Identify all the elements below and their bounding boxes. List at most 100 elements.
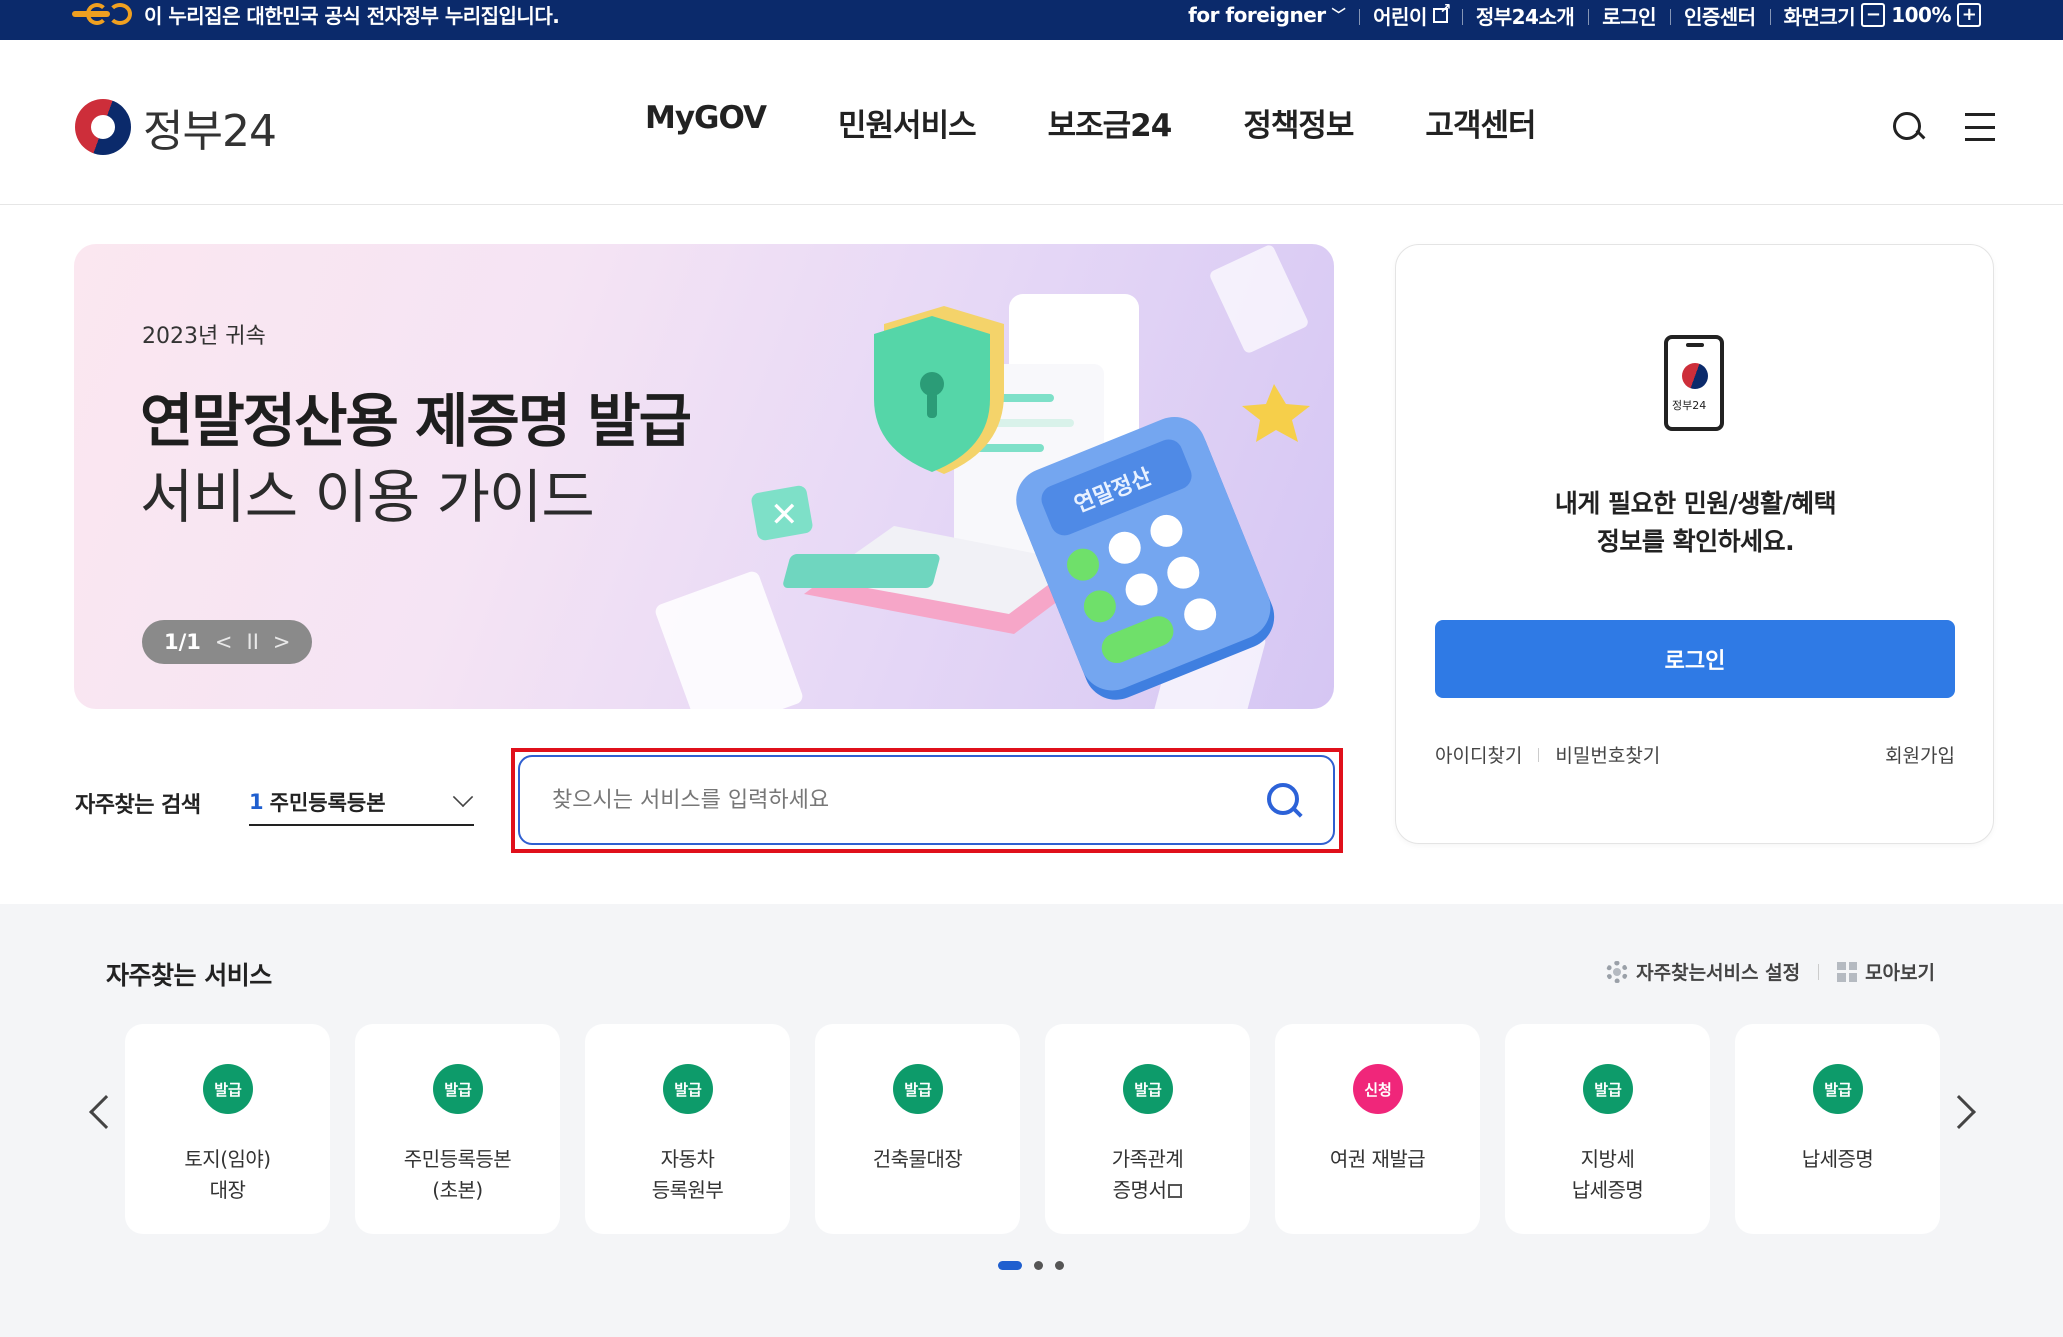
service-card-land-register[interactable]: 발급 토지(임야) 대장 <box>125 1024 330 1234</box>
login-button[interactable]: 로그인 <box>1435 620 1955 698</box>
taegeuk-logo-icon <box>75 99 131 155</box>
screen-size-control: 화면크기 − 100% + <box>1769 1 1995 30</box>
about-label: 정부24소개 <box>1475 4 1575 29</box>
issue-badge: 발급 <box>893 1064 943 1114</box>
egov-logo-icon <box>72 3 134 25</box>
divider <box>1538 747 1540 762</box>
login-message-line1: 내게 필요한 민원/생활/혜택 <box>1554 489 1837 518</box>
zoom-value: 100% <box>1891 3 1951 27</box>
service-card-label: 건축물대장 <box>872 1147 963 1171</box>
banner-eyebrow: 2023년 귀속 <box>142 324 266 349</box>
service-card-label: 토지(임야) 대장 <box>184 1147 271 1202</box>
issue-badge: 발급 <box>663 1064 713 1114</box>
service-card-label: 지방세 납세증명 <box>1571 1147 1644 1202</box>
cert-center-link[interactable]: 인증센터 <box>1669 1 1770 30</box>
about-link[interactable]: 정부24소개 <box>1461 1 1588 30</box>
screen-size-label: 화면크기 <box>1783 4 1856 29</box>
service-card-passport-reissue[interactable]: 신청 여권 재발급 <box>1275 1024 1480 1234</box>
service-card-tax-certificate[interactable]: 발급 납세증명 <box>1735 1024 1940 1234</box>
banner-subtitle: 서비스 이용 가이드 <box>140 463 595 531</box>
banner-title: 연말정산용 제증명 발급 <box>140 387 692 455</box>
services-settings-link[interactable]: 자주찾는서비스 설정 <box>1606 958 1800 985</box>
pause-button[interactable]: II <box>247 630 259 654</box>
issue-badge: 발급 <box>203 1064 253 1114</box>
carousel-dot-active[interactable] <box>998 1261 1022 1270</box>
zoom-out-button[interactable]: − <box>1861 3 1886 27</box>
service-card-vehicle-register[interactable]: 발급 자동차 등록원부 <box>585 1024 790 1234</box>
carousel-dot[interactable] <box>1055 1261 1064 1270</box>
gov-notice[interactable]: 이 누리집은 대한민국 공식 전자정부 누리집입니다. <box>72 0 560 28</box>
gear-icon <box>1606 960 1629 983</box>
phone-logo-text: 정부24 <box>1672 399 1707 412</box>
frequent-search-label: 자주찾는 검색 <box>75 793 201 818</box>
services-settings-label: 자주찾는서비스 설정 <box>1636 962 1801 984</box>
service-card-building-register[interactable]: 발급 건축물대장 <box>815 1024 1020 1234</box>
service-card-label: 자동차 등록원부 <box>651 1147 724 1202</box>
frequent-search-dropdown[interactable]: 1 주민등록등본 <box>249 780 474 826</box>
service-search-box <box>518 755 1335 845</box>
service-card-resident-registration[interactable]: 발급 주민등록등본 (초본) <box>355 1024 560 1234</box>
svg-text:✕: ✕ <box>770 495 799 535</box>
nav-civil-services[interactable]: 민원서비스 <box>838 100 977 145</box>
prev-slide-button[interactable]: < <box>215 630 233 654</box>
login-message: 내게 필요한 민원/생활/혜택 정보를 확인하세요. <box>1396 485 1995 561</box>
divider <box>1818 963 1820 980</box>
gov-notice-text: 이 누리집은 대한민국 공식 전자정부 누리집입니다. <box>144 3 560 28</box>
service-search-input[interactable] <box>552 757 1232 843</box>
logo-text: 정부24 <box>143 106 277 157</box>
find-id-link[interactable]: 아이디찾기 <box>1435 741 1522 768</box>
view-all-link[interactable]: 모아보기 <box>1837 958 1935 985</box>
frequent-services-title: 자주찾는 서비스 <box>106 961 272 990</box>
mobile-phone-icon: 정부24 <box>1664 335 1724 431</box>
nav-mygov[interactable]: MyGOV <box>645 100 767 145</box>
login-card: 정부24 내게 필요한 민원/생활/혜택 정보를 확인하세요. 로그인 아이디찾… <box>1395 244 1994 844</box>
frequent-search-rank: 1 <box>249 790 264 814</box>
view-all-label: 모아보기 <box>1865 962 1935 984</box>
hamburger-menu-icon[interactable] <box>1965 113 1995 141</box>
top-login-label: 로그인 <box>1602 4 1656 29</box>
service-card-family-certificate[interactable]: 발급 가족관계 증명서 <box>1045 1024 1250 1234</box>
login-message-line2: 정보를 확인하세요. <box>1596 527 1795 556</box>
top-login-link[interactable]: 로그인 <box>1588 1 1670 30</box>
search-icon[interactable] <box>1891 110 1925 144</box>
main-header: 정부24 MyGOV 민원서비스 보조금24 정책정보 고객센터 <box>0 40 2063 205</box>
carousel-prev-arrow-icon[interactable] <box>89 1095 123 1129</box>
for-foreigner-link[interactable]: for foreigner ﹀ <box>1174 3 1359 27</box>
next-slide-button[interactable]: > <box>273 630 291 654</box>
carousel-dot[interactable] <box>1034 1261 1043 1270</box>
service-card-label: 주민등록등본 (초본) <box>403 1147 512 1202</box>
star-illustration <box>1242 384 1310 442</box>
nav-customer-center[interactable]: 고객센터 <box>1425 100 1536 145</box>
zoom-in-button[interactable]: + <box>1957 3 1981 27</box>
login-links: 아이디찾기 비밀번호찾기 회원가입 <box>1435 741 1955 768</box>
external-link-icon <box>1432 1 1451 23</box>
service-card-list: 발급 토지(임야) 대장 발급 주민등록등본 (초본) 발급 자동차 등록원부 … <box>125 1024 1940 1234</box>
service-card-label: 가족관계 증명서 <box>1045 1144 1250 1206</box>
apply-badge: 신청 <box>1353 1064 1403 1114</box>
issue-badge: 발급 <box>1583 1064 1633 1114</box>
service-card-local-tax-certificate[interactable]: 발급 지방세 납세증명 <box>1505 1024 1710 1234</box>
cert-center-label: 인증센터 <box>1683 4 1756 29</box>
kids-link[interactable]: 어린이 <box>1359 1 1462 30</box>
grid-icon <box>1837 961 1858 982</box>
site-logo[interactable]: 정부24 <box>75 95 277 159</box>
services-tools: 자주찾는서비스 설정 모아보기 <box>1606 958 1935 985</box>
issue-badge: 발급 <box>1813 1064 1863 1114</box>
signup-link[interactable]: 회원가입 <box>1885 741 1955 768</box>
search-submit-icon[interactable] <box>1267 783 1303 819</box>
promo-banner[interactable]: ✕ 연말정산 2023년 귀속 연말정산용 제증명 발급 서비스 이용 가이드 … <box>74 244 1334 709</box>
nav-subsidy24[interactable]: 보조금24 <box>1048 100 1173 145</box>
frequent-services-section: 자주찾는 서비스 자주찾는서비스 설정 모아보기 발급 토지(임야) 대장 발급… <box>0 904 2063 1337</box>
chevron-down-icon: ﹀ <box>1331 8 1346 24</box>
carousel-pagination <box>998 1261 1064 1270</box>
nav-policy-info[interactable]: 정책정보 <box>1243 100 1354 145</box>
find-password-link[interactable]: 비밀번호찾기 <box>1555 741 1660 768</box>
external-link-icon <box>1168 1184 1183 1198</box>
carousel-next-arrow-icon[interactable] <box>1942 1095 1976 1129</box>
main-nav: MyGOV 민원서비스 보조금24 정책정보 고객센터 <box>645 100 1608 145</box>
cross-block-illustration: ✕ <box>751 485 813 541</box>
kids-label: 어린이 <box>1373 4 1427 29</box>
banner-page-indicator: 1/1 <box>164 630 201 654</box>
service-card-label: 여권 재발급 <box>1329 1147 1426 1171</box>
for-foreigner-label: for foreigner <box>1188 3 1326 27</box>
